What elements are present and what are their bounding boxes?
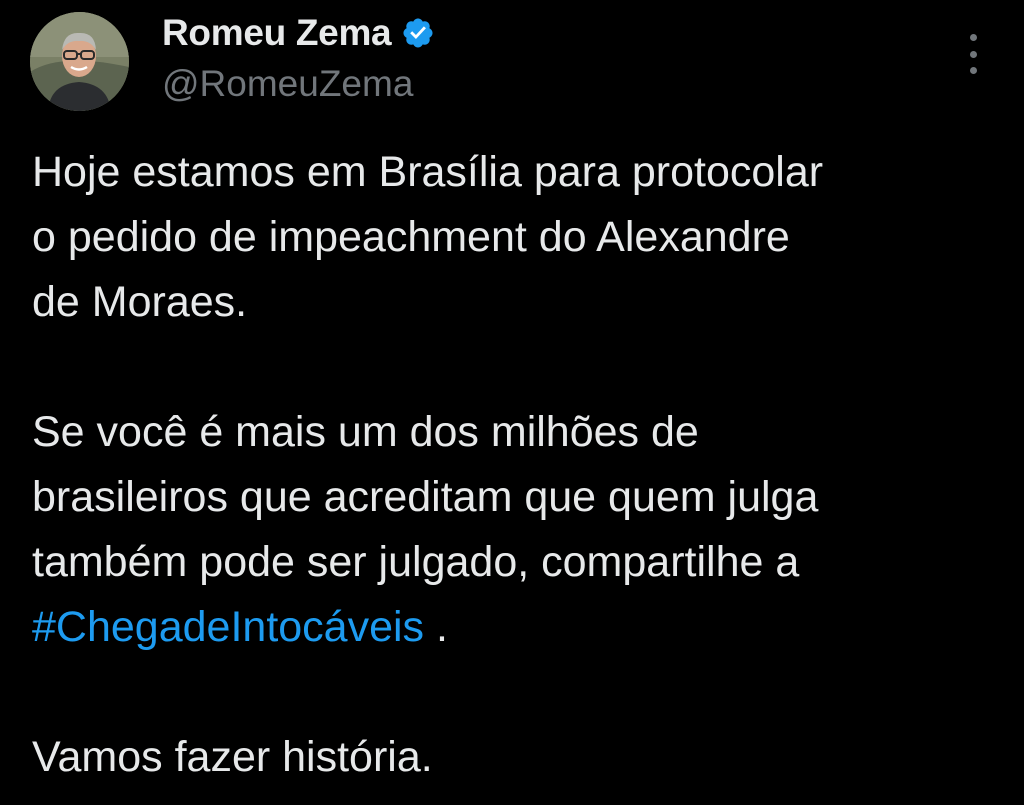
hashtag-suffix: . xyxy=(424,603,448,651)
verified-badge-icon xyxy=(401,16,435,50)
tweet: Romeu Zema @RomeuZema Hoje estamos em Br… xyxy=(0,0,1024,805)
tweet-paragraph-3: Vamos fazer história. xyxy=(32,733,433,781)
profile-photo xyxy=(30,12,129,111)
avatar[interactable] xyxy=(30,12,129,111)
more-options-icon[interactable] xyxy=(958,34,988,74)
hashtag-link[interactable]: #ChegadeIntocáveis xyxy=(32,603,424,651)
tweet-header: Romeu Zema @RomeuZema xyxy=(162,10,944,106)
tweet-paragraph-1: Hoje estamos em Brasília para protocolar… xyxy=(32,148,824,326)
name-row: Romeu Zema xyxy=(162,10,944,56)
more-dot xyxy=(969,50,977,58)
more-dot xyxy=(969,67,977,74)
tweet-paragraph-2-text: Se você é mais um dos milhões de brasile… xyxy=(32,408,819,586)
tweet-paragraph-2: Se você é mais um dos milhões de brasile… xyxy=(32,400,1002,660)
author-handle[interactable]: @RomeuZema xyxy=(162,62,944,106)
author-display-name[interactable]: Romeu Zema xyxy=(162,12,392,54)
more-dot xyxy=(969,34,977,41)
tweet-text: Hoje estamos em Brasília para protocolar… xyxy=(32,140,1002,790)
